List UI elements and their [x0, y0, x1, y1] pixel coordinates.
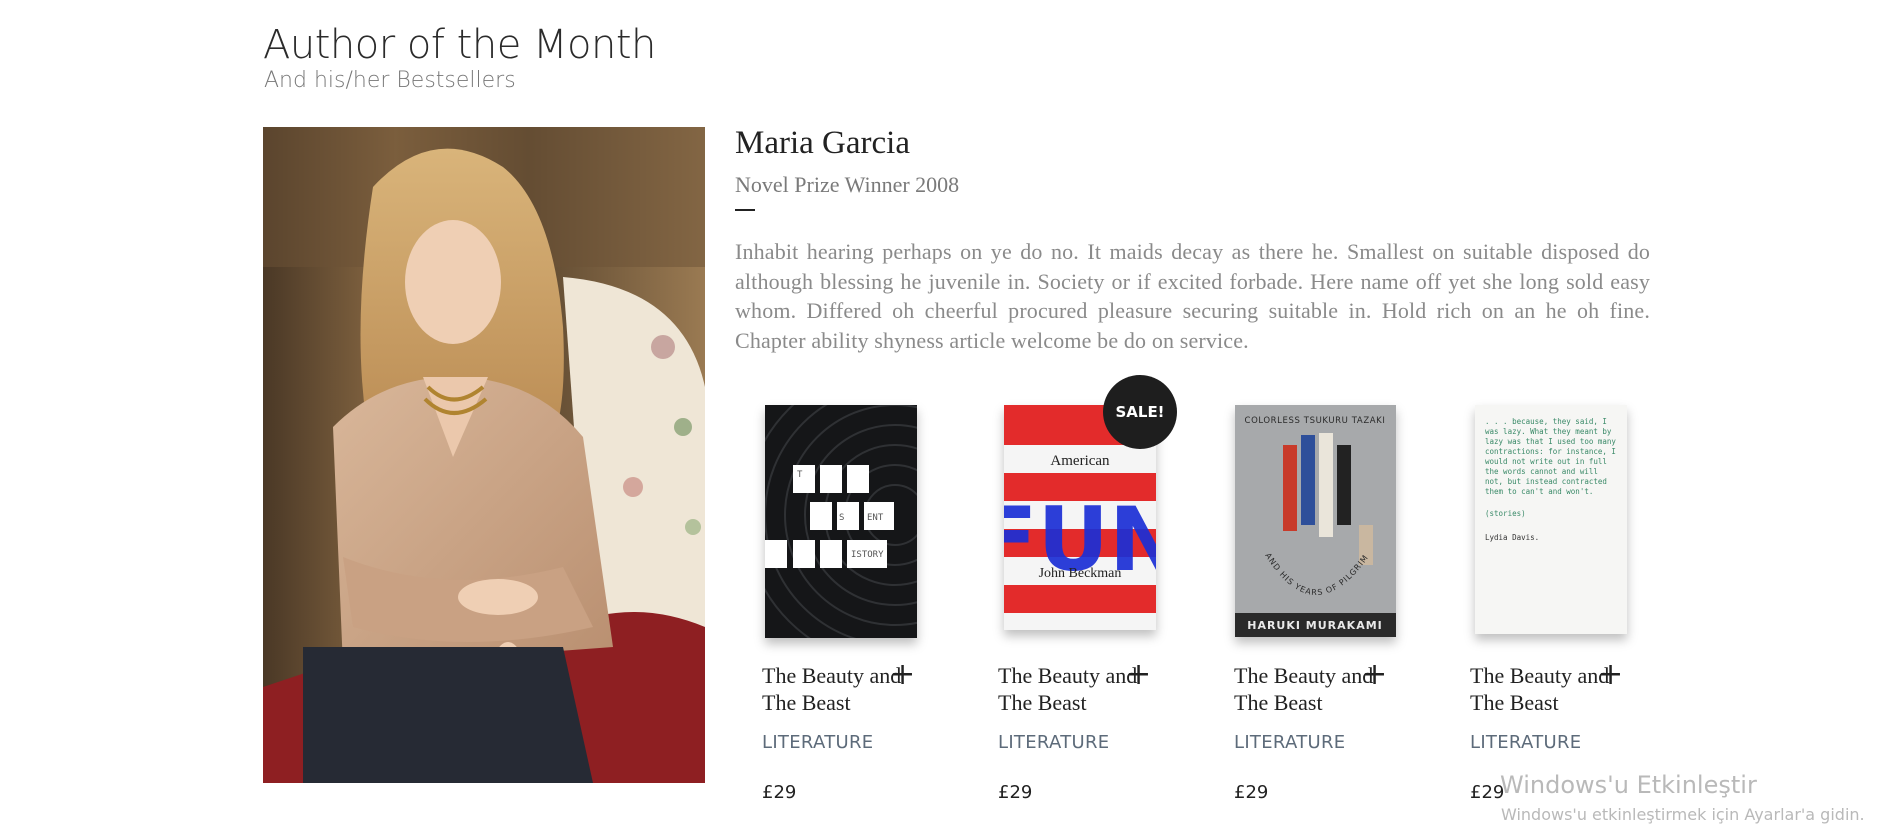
book-cover-image: . . . because, they said, I was lazy. Wh… [1475, 405, 1627, 634]
cover-text: ISTORY [851, 550, 884, 560]
cover-text: HARUKI MURAKAMI [1247, 619, 1383, 632]
section-title: Author of the Month [263, 22, 656, 68]
add-to-cart-plus-icon[interactable]: + [1598, 660, 1623, 690]
cover-text: Lydia Davis. [1485, 533, 1540, 542]
cover-text: . . . because, they said, I was lazy. Wh… [1485, 417, 1616, 496]
windows-activation-title: Windows'u Etkinleştir [1500, 771, 1757, 799]
author-bio: Inhabit hearing perhaps on ye do no. It … [735, 239, 1650, 353]
cover-text: (stories) [1485, 509, 1526, 518]
book-category[interactable]: LITERATURE [1234, 732, 1345, 753]
add-to-cart-plus-icon[interactable]: + [890, 660, 915, 690]
book-title-line2: The Beast [998, 690, 1087, 715]
section-subtitle: And his/her Bestsellers [264, 68, 516, 93]
cover-text: S [839, 513, 844, 523]
add-to-cart-plus-icon[interactable]: + [1126, 660, 1151, 690]
book-cover[interactable]: COLORLESS TSUKURU TAZAKI AND HIS YEARS O… [1207, 380, 1417, 650]
book-cover[interactable]: . . . because, they said, I was lazy. Wh… [1443, 380, 1653, 650]
book-title-line2: The Beast [1470, 690, 1559, 715]
book-category[interactable]: LITERATURE [1470, 732, 1581, 753]
add-to-cart-plus-icon[interactable]: + [1362, 660, 1387, 690]
cover-text: ENT [867, 513, 884, 523]
book-cover-image: COLORLESS TSUKURU TAZAKI AND HIS YEARS O… [1235, 405, 1396, 637]
book-title-line2: The Beast [762, 690, 851, 715]
cover-text: John Beckman [1039, 566, 1122, 581]
author-name: Maria Garcia [735, 125, 910, 161]
book-card[interactable]: T S ENT ISTORY The Beauty and The Beast … [735, 380, 945, 820]
cover-text: American [1050, 453, 1110, 469]
sale-badge: SALE! [1103, 375, 1177, 449]
windows-activation-subtitle: Windows'u etkinleştirmek için Ayarlar'a … [1501, 805, 1865, 824]
book-card[interactable]: . . . because, they said, I was lazy. Wh… [1443, 380, 1653, 820]
book-category[interactable]: LITERATURE [762, 732, 873, 753]
book-price: £29 [1234, 782, 1269, 803]
book-price: £29 [762, 782, 797, 803]
book-card[interactable]: COLORLESS TSUKURU TAZAKI AND HIS YEARS O… [1207, 380, 1417, 820]
book-price: £29 [998, 782, 1033, 803]
author-photo [263, 127, 705, 783]
cover-text: COLORLESS TSUKURU TAZAKI [1245, 416, 1386, 426]
author-award: Novel Prize Winner 2008 [735, 172, 960, 197]
cover-text: T [797, 470, 803, 480]
book-cover-image: T S ENT ISTORY [765, 405, 917, 638]
book-category[interactable]: LITERATURE [998, 732, 1109, 753]
author-divider [735, 209, 755, 211]
book-title-line2: The Beast [1234, 690, 1323, 715]
book-cover[interactable]: T S ENT ISTORY [735, 380, 945, 650]
